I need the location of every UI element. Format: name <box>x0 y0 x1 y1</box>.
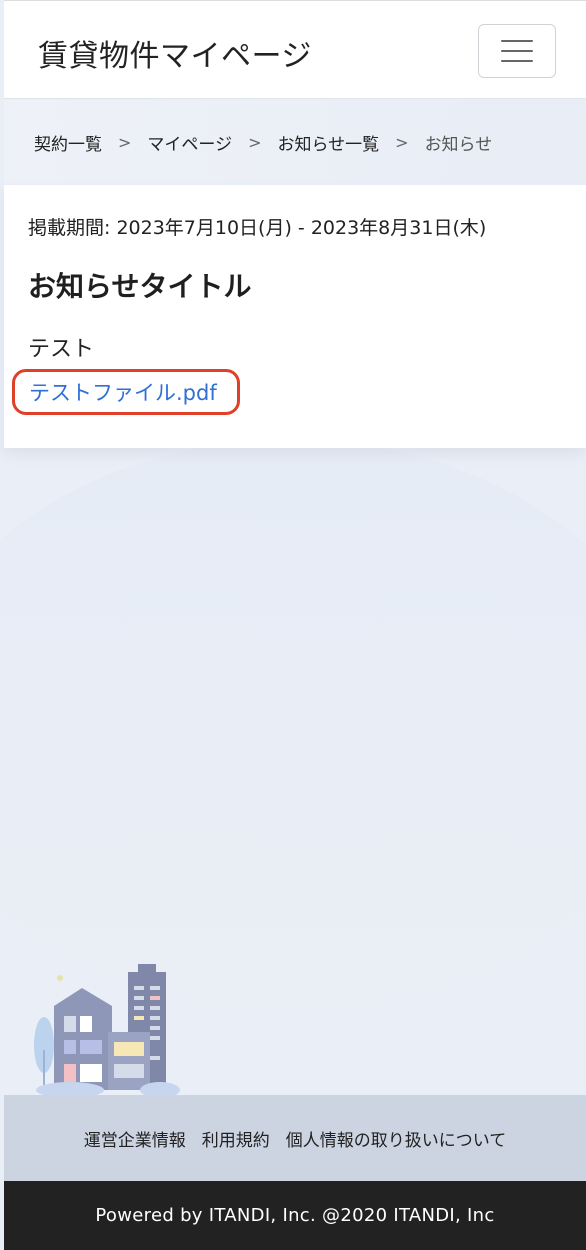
app-title: 賃貸物件マイページ <box>38 39 312 74</box>
chevron-right-icon: > <box>118 132 132 152</box>
notice-body: テスト <box>28 337 95 362</box>
chevron-right-icon: > <box>395 132 409 152</box>
notice-period: 掲載期間: 2023年7月10日(月) - 2023年8月31日(木) <box>28 217 487 239</box>
hamburger-menu-icon[interactable] <box>478 24 556 78</box>
menu-bar <box>501 60 533 62</box>
building-illustration-icon <box>34 964 180 1096</box>
chevron-right-icon: > <box>248 132 262 152</box>
footer-link-privacy[interactable]: 個人情報の取り扱いについて <box>286 1126 507 1151</box>
menu-bar <box>501 50 533 52</box>
attachment-link[interactable]: テストファイル.pdf <box>12 369 240 415</box>
footer-links: 運営企業情報 利用規約 個人情報の取り扱いについて <box>4 1095 586 1181</box>
copyright-bar: Powered by ITANDI, Inc. @2020 ITANDI, In… <box>4 1181 586 1250</box>
header: 賃貸物件マイページ <box>4 0 586 99</box>
breadcrumb-contract-list[interactable]: 契約一覧 <box>34 130 102 155</box>
breadcrumb: 契約一覧 > マイページ > お知らせ一覧 > お知らせ <box>4 100 586 184</box>
footer-link-terms[interactable]: 利用規約 <box>202 1126 270 1151</box>
menu-bar <box>501 40 533 42</box>
notice-title: お知らせタイトル <box>28 270 252 303</box>
footer-link-company-info[interactable]: 運営企業情報 <box>84 1126 186 1151</box>
breadcrumb-notice-list[interactable]: お知らせ一覧 <box>277 130 379 155</box>
breadcrumb-mypage[interactable]: マイページ <box>147 130 232 155</box>
background-circle <box>0 440 586 1005</box>
page: 賃貸物件マイページ 契約一覧 > マイページ > お知らせ一覧 > お知らせ 掲… <box>0 0 586 1250</box>
notice-card: 掲載期間: 2023年7月10日(月) - 2023年8月31日(木) お知らせ… <box>4 185 586 448</box>
copyright-text: Powered by ITANDI, Inc. @2020 ITANDI, In… <box>95 1205 495 1226</box>
breadcrumb-current-notice: お知らせ <box>424 134 493 155</box>
